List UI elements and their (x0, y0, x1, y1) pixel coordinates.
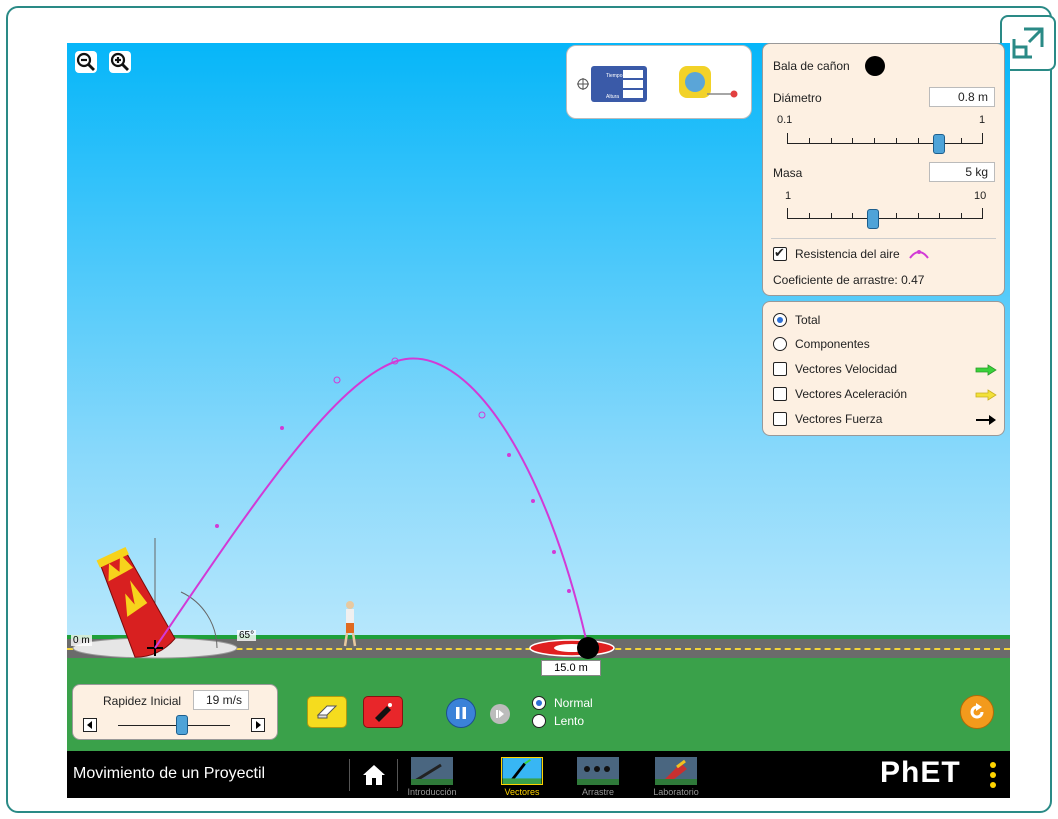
person-figure (343, 601, 357, 647)
trajectory-point (552, 550, 556, 554)
lab-screen-icon (655, 757, 697, 785)
trajectory-point (333, 376, 341, 384)
trajectory-scene (72, 357, 615, 659)
angle-label: 65° (237, 630, 257, 641)
speed-label: Rapidez Inicial (103, 694, 182, 708)
tab-vectores[interactable]: Vectores (496, 757, 548, 797)
phet-logo[interactable]: PhET (880, 756, 961, 790)
landing-distance-label: 15.0 m (541, 660, 601, 676)
phet-menu-button[interactable] (987, 759, 999, 791)
trajectory-point (280, 426, 284, 430)
speed-track (118, 725, 230, 726)
speed-decrement-button[interactable] (83, 718, 97, 732)
pause-icon (456, 707, 466, 719)
speed-slider-thumb[interactable] (176, 715, 188, 735)
speed-normal-radio[interactable]: Normal (532, 696, 593, 710)
origin-label: 0 m (71, 635, 92, 646)
fire-button[interactable] (363, 696, 403, 728)
play-pause-button[interactable] (446, 698, 476, 728)
reset-all-button[interactable] (960, 695, 994, 729)
sim-title: Movimiento de un Proyectil (73, 765, 266, 782)
speed-value: 19 m/s (193, 690, 249, 710)
tab-laboratorio[interactable]: Laboratorio (650, 757, 702, 797)
home-icon (363, 765, 385, 785)
trajectory-point (478, 411, 486, 419)
nav-divider (397, 759, 398, 791)
step-forward-icon (496, 710, 504, 718)
trajectory-path (154, 357, 589, 649)
speed-increment-button[interactable] (251, 718, 265, 732)
step-forward-button[interactable] (490, 704, 510, 724)
speed-slow-radio[interactable]: Lento (532, 714, 584, 728)
tab-introduccion[interactable]: Introducción (406, 757, 458, 797)
arrow-left-icon (87, 721, 92, 729)
trajectory-point (507, 453, 511, 457)
tab-laboratorio-label: Laboratorio (653, 787, 699, 797)
erase-button[interactable] (307, 696, 347, 728)
cannon-fire-icon (375, 703, 392, 722)
drag-screen-icon (577, 757, 619, 785)
tab-introduccion-label: Introducción (407, 787, 457, 797)
home-button[interactable] (359, 761, 389, 789)
introduction-screen-icon (411, 757, 453, 785)
trajectory-point (215, 524, 219, 528)
navigation-bar: Movimiento de un Proyectil Introducción (67, 751, 1010, 798)
tab-arrastre[interactable]: Arrastre (572, 757, 624, 797)
kebab-menu-icon (990, 762, 996, 788)
trajectory-point (567, 589, 571, 593)
nav-divider (349, 759, 350, 791)
normal-label: Normal (554, 696, 593, 710)
slow-radio-button[interactable] (532, 714, 546, 728)
slow-label: Lento (554, 714, 585, 728)
tab-arrastre-label: Arrastre (581, 787, 614, 797)
normal-radio-button[interactable] (532, 696, 546, 710)
vectors-screen-icon (501, 757, 543, 785)
eraser-icon (316, 705, 338, 719)
speed-slider[interactable] (118, 715, 230, 735)
simulation-screen: Tiempo Altura Bala de cañon Diámetro 0.8… (67, 43, 1010, 798)
launch-speed-panel: Rapidez Inicial 19 m/s (72, 684, 278, 740)
reset-icon (970, 703, 984, 719)
trajectory-point (531, 499, 535, 503)
cannonball (577, 637, 599, 659)
arrow-right-icon (256, 721, 261, 729)
tab-vectores-label: Vectores (504, 787, 540, 797)
